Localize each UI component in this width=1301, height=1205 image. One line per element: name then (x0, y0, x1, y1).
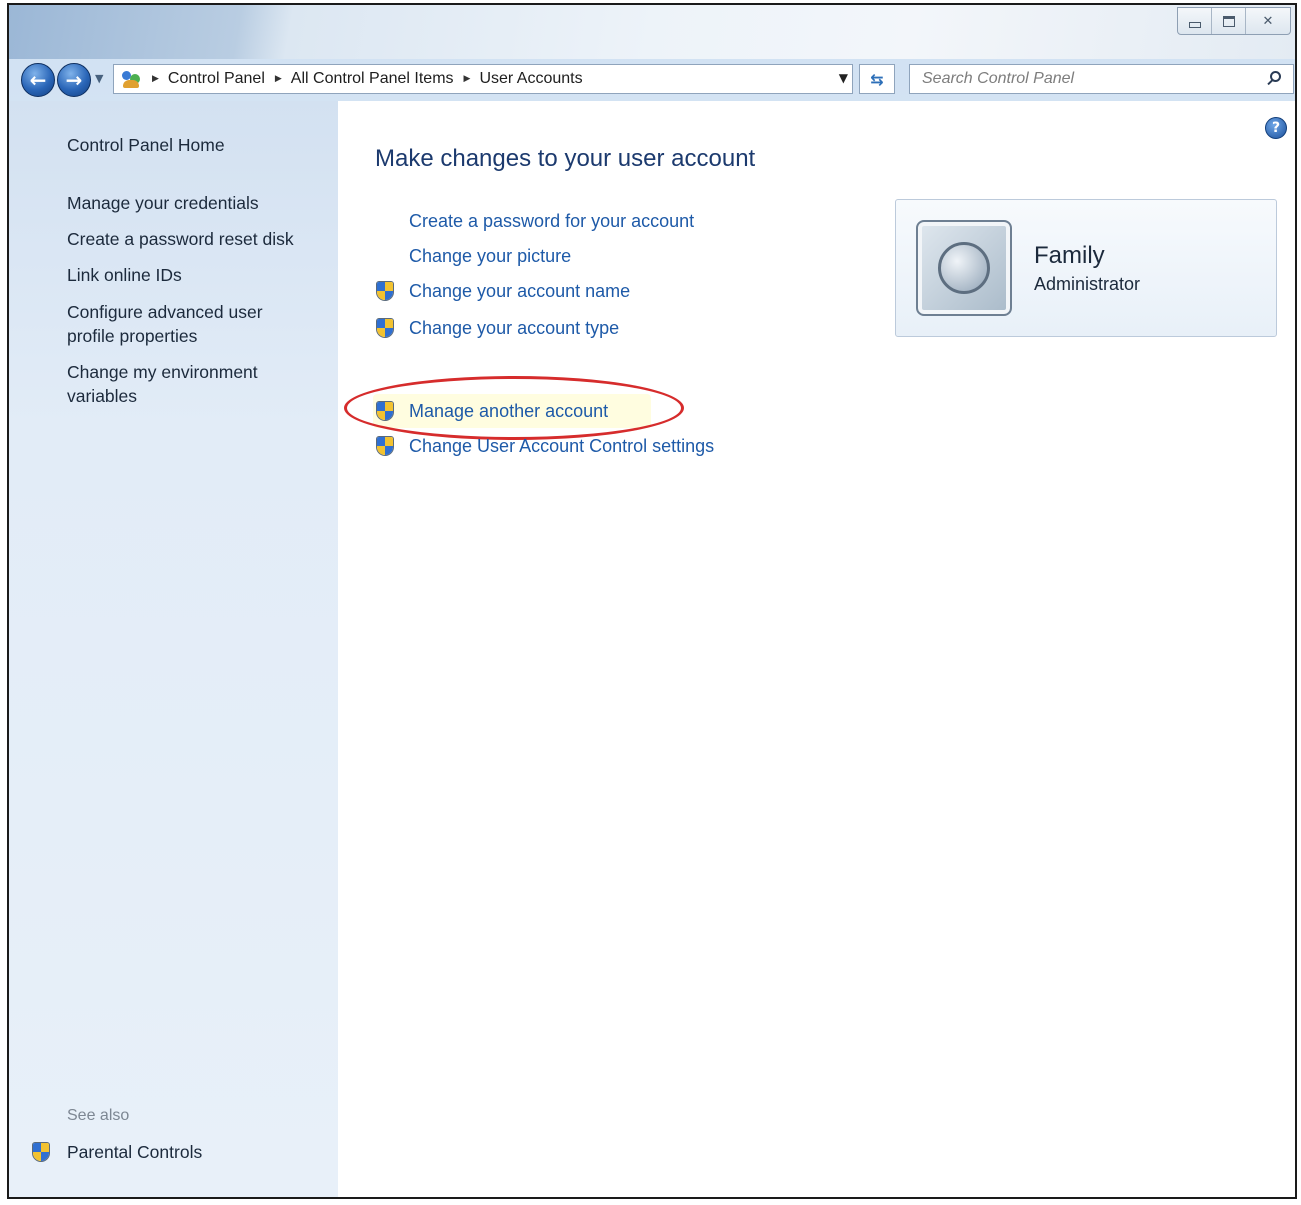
user-name: Family (1034, 242, 1105, 269)
sidebar: Control Panel Home Manage your credentia… (9, 101, 338, 1197)
sidebar-item-environment-variables[interactable]: Change my environment variables (67, 360, 287, 408)
uac-shield-icon (31, 1141, 51, 1163)
breadcrumb-separator-icon[interactable]: ▶ (464, 74, 471, 84)
page-title: Make changes to your user account (375, 145, 756, 172)
search-input[interactable] (910, 70, 1240, 88)
task-label: Change User Account Control settings (409, 435, 715, 456)
uac-shield-icon (375, 317, 395, 339)
window-controls: ✕ (1177, 7, 1291, 35)
content-area: Control Panel Home Manage your credentia… (9, 101, 1295, 1197)
satellite-dish-icon (938, 242, 990, 294)
back-arrow-icon: ← (29, 68, 47, 92)
chevron-down-icon: ▼ (95, 72, 104, 85)
minimize-button[interactable] (1178, 8, 1212, 34)
address-dropdown-icon[interactable]: ▼ (839, 71, 848, 85)
sidebar-item-parental-controls[interactable]: Parental Controls (31, 1141, 202, 1163)
navigation-bar: ← → ▼ ▶ Control Panel ▶ All Control Pane… (9, 59, 1295, 99)
user-accounts-icon (120, 68, 142, 90)
forward-arrow-icon: → (65, 68, 83, 92)
search-box[interactable] (909, 64, 1294, 94)
task-label: Change your account type (409, 317, 620, 338)
close-icon: ✕ (1262, 13, 1274, 29)
title-bar: ✕ (9, 5, 1295, 59)
maximize-button[interactable] (1212, 8, 1246, 34)
sidebar-item-password-reset-disk[interactable]: Create a password reset disk (67, 227, 317, 251)
sidebar-item-control-panel-home[interactable]: Control Panel Home (67, 133, 317, 157)
help-icon[interactable]: ? (1265, 117, 1287, 139)
sidebar-item-manage-credentials[interactable]: Manage your credentials (67, 191, 317, 215)
address-bar[interactable]: ▶ Control Panel ▶ All Control Panel Item… (113, 64, 853, 94)
close-button[interactable]: ✕ (1246, 8, 1290, 34)
see-also-label: See also (67, 1107, 130, 1124)
minimize-icon (1188, 22, 1201, 28)
task-label: Change your account name (409, 280, 631, 301)
sidebar-item-advanced-profile[interactable]: Configure advanced user profile properti… (67, 300, 287, 348)
back-button[interactable]: ← (21, 63, 55, 97)
maximize-icon (1222, 15, 1235, 27)
task-change-picture[interactable]: Change your picture (375, 242, 571, 270)
parental-controls-label: Parental Controls (67, 1141, 203, 1162)
recent-pages-dropdown[interactable]: ▼ (95, 72, 103, 85)
avatar[interactable] (916, 220, 1012, 316)
user-role: Administrator (1034, 274, 1141, 294)
task-uac-settings[interactable]: Change User Account Control settings (375, 432, 714, 460)
task-change-account-name[interactable]: Change your account name (375, 277, 630, 305)
breadcrumb-user-accounts[interactable]: User Accounts (479, 70, 582, 88)
sidebar-item-link-online-ids[interactable]: Link online IDs (67, 263, 317, 287)
red-circle-annotation (344, 376, 684, 440)
user-account-tile: Family Administrator (895, 199, 1277, 337)
task-create-password[interactable]: Create a password for your account (375, 207, 694, 235)
refresh-button[interactable]: ⇆ (859, 64, 895, 94)
breadcrumb-separator-icon[interactable]: ▶ (275, 74, 282, 84)
refresh-icon: ⇆ (870, 69, 884, 89)
task-change-account-type[interactable]: Change your account type (375, 314, 619, 342)
control-panel-window: ✕ ← → ▼ ▶ Control Panel ▶ All Control Pa… (7, 3, 1297, 1199)
breadcrumb-control-panel[interactable]: Control Panel (168, 70, 265, 88)
task-label: Create a password for your account (409, 210, 695, 231)
breadcrumb-all-items[interactable]: All Control Panel Items (291, 70, 454, 88)
forward-button[interactable]: → (57, 63, 91, 97)
task-label: Change your picture (409, 245, 572, 266)
breadcrumb-separator-icon[interactable]: ▶ (152, 74, 159, 84)
uac-shield-icon (375, 280, 395, 302)
search-icon[interactable] (1265, 70, 1283, 88)
uac-shield-icon (375, 435, 395, 457)
